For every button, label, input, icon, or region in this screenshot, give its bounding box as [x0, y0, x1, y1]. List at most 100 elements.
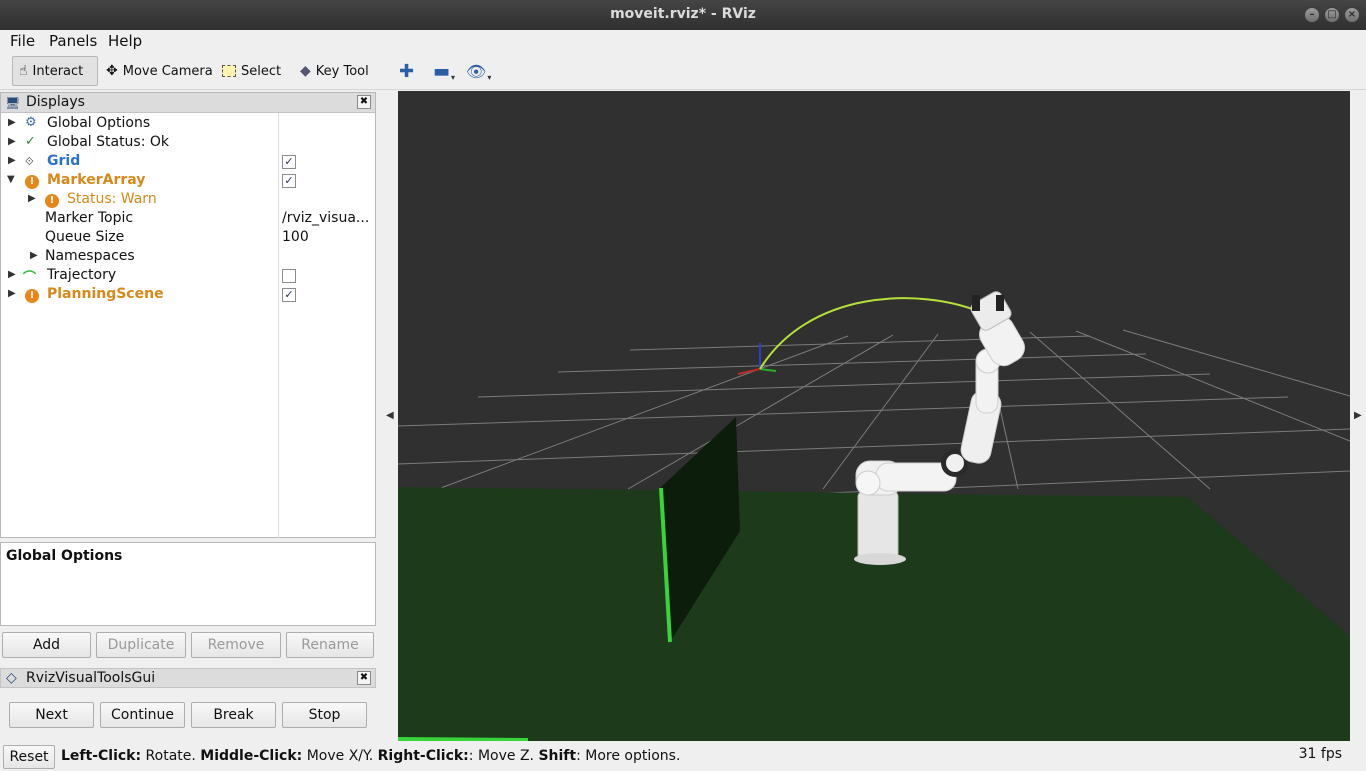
- queue-size-value[interactable]: 100: [282, 229, 309, 245]
- move-camera-label: Move Camera: [122, 63, 213, 79]
- key-tool-label: Key Tool: [315, 63, 369, 79]
- ground-edge-highlight: [398, 737, 529, 741]
- close-icon[interactable]: ✖: [357, 671, 371, 685]
- next-button[interactable]: Next: [9, 702, 94, 728]
- tree-item-label: Grid: [47, 153, 81, 169]
- mouse-help-text: Left-Click: Rotate. Middle-Click: Move X…: [61, 748, 680, 764]
- window-titlebar: moveit.rviz* - RViz – □ ×: [0, 0, 1366, 30]
- menu-file[interactable]: File: [10, 32, 35, 50]
- expand-arrow-icon[interactable]: ▶: [8, 136, 16, 147]
- grid-enabled-checkbox[interactable]: ✓: [282, 155, 296, 169]
- chevron-down-icon: ▾: [451, 72, 456, 82]
- left-click-action: Rotate.: [141, 748, 201, 764]
- window-title: moveit.rviz* - RViz: [610, 6, 756, 22]
- remove-tool-icon[interactable]: ▬ ▾: [427, 56, 461, 86]
- collapse-arrow-icon[interactable]: ▼: [7, 174, 15, 185]
- marker-topic-value[interactable]: /rviz_visua...: [282, 210, 369, 226]
- expand-arrow-icon[interactable]: ▶: [8, 155, 16, 166]
- displays-title: Displays: [26, 94, 85, 110]
- view-eye-icon[interactable]: 👁 ▾: [460, 56, 497, 86]
- monitor-icon: 🖥: [5, 96, 21, 110]
- tree-item-namespaces[interactable]: ▶ Namespaces: [1, 248, 377, 267]
- close-window-icon[interactable]: ×: [1344, 7, 1360, 23]
- select-label: Select: [241, 63, 282, 79]
- collapse-right-arrow-icon[interactable]: ▶: [1354, 410, 1362, 421]
- tree-item-label: Namespaces: [45, 248, 135, 264]
- shift-key: Shift: [538, 748, 577, 764]
- tree-item-label: MarkerArray: [47, 172, 146, 188]
- break-button[interactable]: Break: [191, 702, 276, 728]
- hand-pointer-icon: ☝: [19, 63, 28, 79]
- minimize-icon[interactable]: –: [1304, 7, 1320, 23]
- description-title: Global Options: [6, 548, 123, 564]
- close-icon[interactable]: ✖: [357, 95, 371, 109]
- rviz-visual-tools-panel-header: ◇ RvizVisualToolsGui ✖: [0, 668, 376, 688]
- property-description-box: Global Options: [0, 542, 376, 626]
- add-tool-icon[interactable]: ✚: [393, 56, 420, 86]
- move-camera-tool-button[interactable]: ✥ Move Camera: [100, 56, 219, 86]
- tree-item-status-warn[interactable]: ▶ ! Status: Warn: [1, 191, 377, 210]
- move-camera-icon: ✥: [106, 63, 118, 79]
- select-box-icon: [222, 65, 236, 77]
- add-button[interactable]: Add: [2, 632, 91, 658]
- tree-item-label: Queue Size: [45, 229, 125, 245]
- grid-icon: ⟐: [25, 155, 34, 168]
- key-tool-icon: ◆: [300, 63, 311, 79]
- select-tool-button[interactable]: Select: [216, 56, 287, 86]
- displays-panel: 🖥 Displays ✖ ▶ ⚙ Global Options ▶ ✓ Glob…: [0, 92, 376, 538]
- interact-tool-button[interactable]: ☝ Interact: [12, 56, 98, 86]
- remove-button[interactable]: Remove: [191, 632, 281, 658]
- tree-item-grid[interactable]: ▶ ⟐ Grid ✓: [1, 153, 377, 172]
- expand-arrow-icon[interactable]: ▶: [8, 269, 16, 280]
- maximize-icon[interactable]: □: [1324, 7, 1340, 23]
- tree-item-global-status[interactable]: ▶ ✓ Global Status: Ok: [1, 134, 377, 153]
- tree-item-global-options[interactable]: ▶ ⚙ Global Options: [1, 115, 377, 134]
- key-tool-button[interactable]: ◆ Key Tool: [294, 56, 375, 86]
- expand-arrow-icon[interactable]: ▶: [30, 250, 38, 261]
- chevron-down-icon: ▾: [487, 72, 492, 82]
- planning-scene-enabled-checkbox[interactable]: ✓: [282, 288, 296, 302]
- shift-action: : More options.: [576, 748, 681, 764]
- right-click-key: Right-Click:: [377, 748, 469, 764]
- marker-array-enabled-checkbox[interactable]: ✓: [282, 174, 296, 188]
- reset-button[interactable]: Reset: [3, 745, 55, 769]
- tree-item-queue-size[interactable]: Queue Size 100: [1, 229, 377, 248]
- tree-item-marker-array[interactable]: ▼ ! MarkerArray ✓: [1, 172, 377, 191]
- warning-icon: !: [45, 192, 59, 208]
- middle-click-key: Middle-Click:: [200, 748, 303, 764]
- tree-item-planning-scene[interactable]: ▶ ! PlanningScene ✓: [1, 286, 377, 305]
- rename-button[interactable]: Rename: [286, 632, 374, 658]
- menu-panels[interactable]: Panels: [49, 32, 97, 50]
- 3d-render-viewport[interactable]: [398, 91, 1350, 741]
- warning-icon: !: [25, 287, 39, 303]
- tree-item-label: Global Options: [47, 115, 151, 131]
- tree-item-label: PlanningScene: [47, 286, 164, 302]
- displays-panel-header: 🖥 Displays ✖: [1, 93, 375, 113]
- tree-item-label: Status: Warn: [67, 191, 157, 207]
- trajectory-icon: ⌒: [23, 271, 37, 286]
- rviz-visual-tools-title: RvizVisualToolsGui: [26, 670, 156, 686]
- menu-bar: File Panels Help: [0, 30, 1366, 52]
- duplicate-button[interactable]: Duplicate: [96, 632, 186, 658]
- collapse-left-arrow-icon[interactable]: ◀: [386, 410, 394, 421]
- menu-help[interactable]: Help: [108, 32, 142, 50]
- expand-arrow-icon[interactable]: ▶: [28, 193, 36, 204]
- expand-arrow-icon[interactable]: ▶: [8, 288, 16, 299]
- toolbar: ☝ Interact ✥ Move Camera Select ◆ Key To…: [0, 52, 1366, 90]
- stop-button[interactable]: Stop: [282, 702, 367, 728]
- diamond-icon: ◇: [6, 670, 17, 686]
- tree-item-trajectory[interactable]: ▶ ⌒ Trajectory: [1, 267, 377, 286]
- scene-canvas: [398, 91, 1350, 741]
- middle-click-action: Move X/Y.: [302, 748, 378, 764]
- tree-item-marker-topic[interactable]: Marker Topic /rviz_visua...: [1, 210, 377, 229]
- right-click-action: : Move Z.: [468, 748, 539, 764]
- tree-item-label: Marker Topic: [45, 210, 134, 226]
- continue-button[interactable]: Continue: [100, 702, 185, 728]
- expand-arrow-icon[interactable]: ▶: [8, 117, 16, 128]
- status-bar: Reset Left-Click: Rotate. Middle-Click: …: [0, 742, 1366, 771]
- interact-label: Interact: [32, 63, 84, 79]
- trajectory-enabled-checkbox[interactable]: [282, 269, 296, 283]
- checkmark-icon: ✓: [25, 134, 36, 149]
- tree-item-label: Trajectory: [47, 267, 117, 283]
- gear-icon: ⚙: [25, 115, 37, 130]
